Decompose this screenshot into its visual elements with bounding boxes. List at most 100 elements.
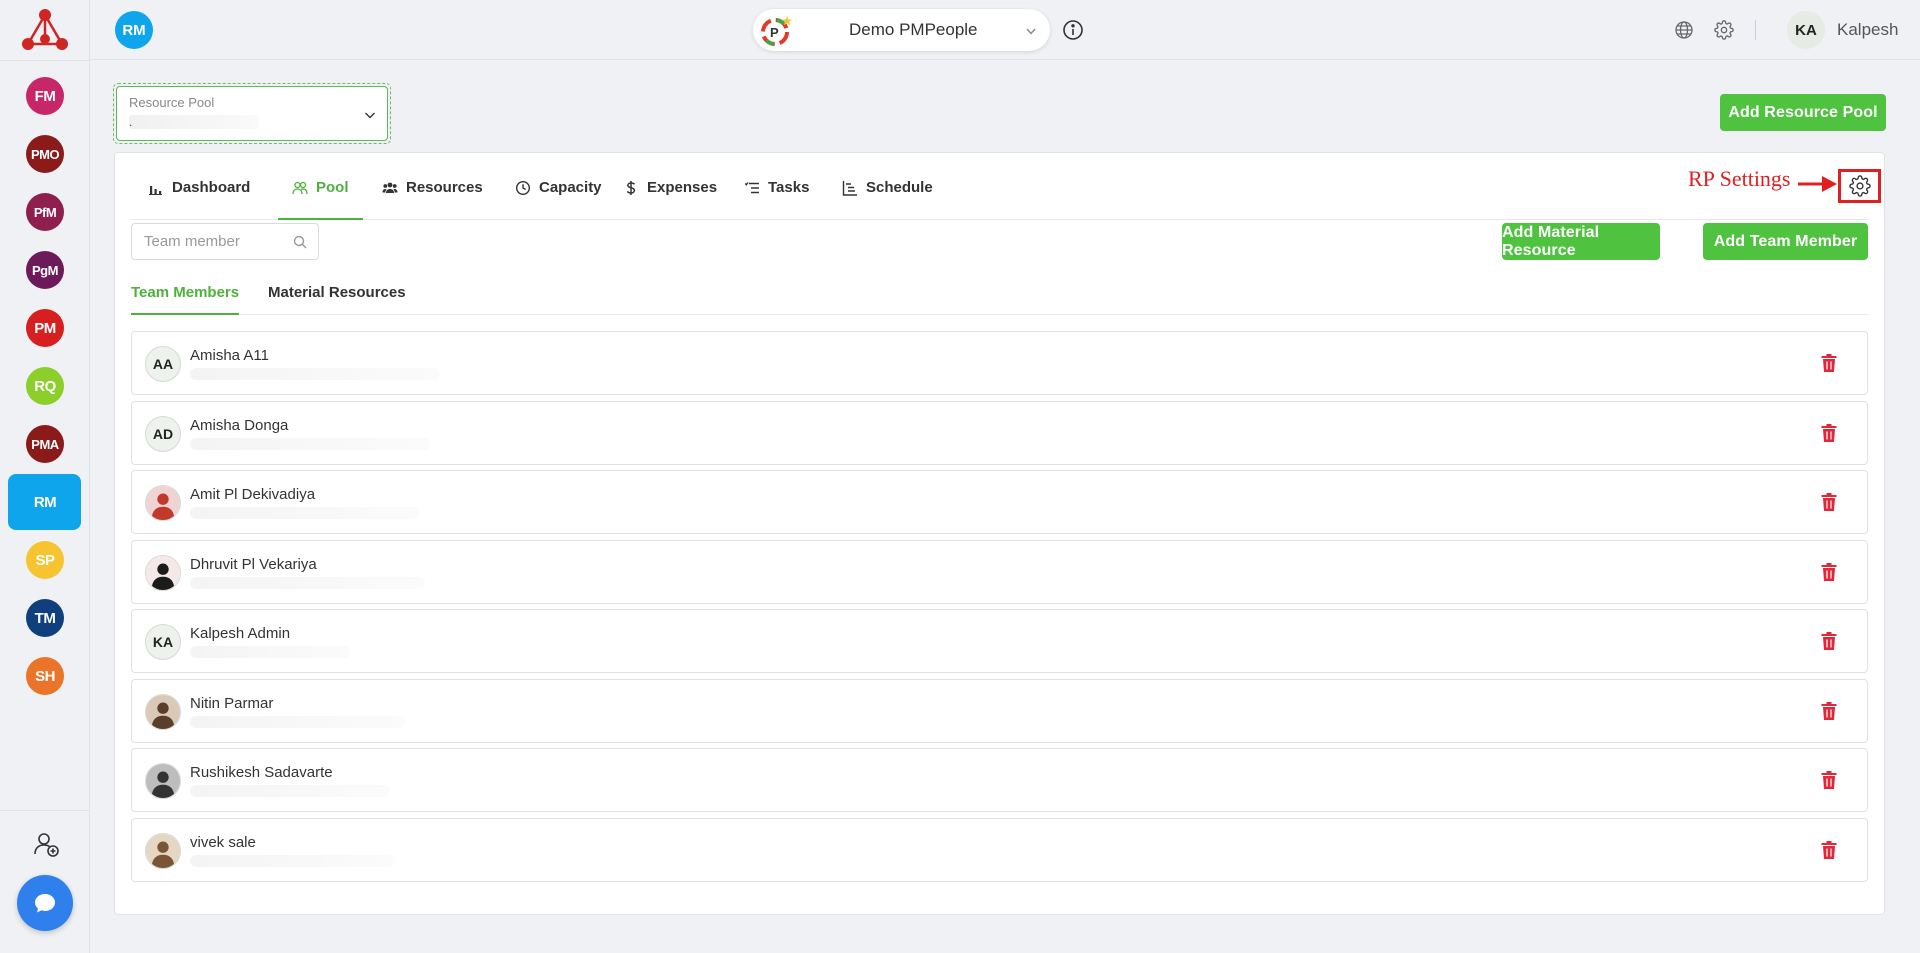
gantt-icon bbox=[842, 181, 857, 196]
tab-pool[interactable]: Pool bbox=[278, 179, 363, 220]
chevron-down-icon bbox=[1026, 28, 1036, 35]
avatar-photo bbox=[145, 763, 181, 799]
user-name[interactable]: Kalpesh bbox=[1837, 20, 1898, 40]
workspace-name: Demo PMPeople bbox=[849, 20, 978, 39]
table-row[interactable]: Dhruvit Pl Vekariya bbox=[131, 539, 1868, 604]
dollar-icon bbox=[626, 181, 636, 195]
resource-pool-field[interactable]: Resource Pool . bbox=[116, 86, 388, 141]
add-team-member-button[interactable]: Add Team Member bbox=[1703, 223, 1868, 260]
table-row[interactable]: vivek sale bbox=[131, 817, 1868, 882]
delete-icon[interactable] bbox=[1821, 354, 1837, 372]
info-icon[interactable] bbox=[1062, 19, 1084, 41]
delete-icon[interactable] bbox=[1821, 632, 1837, 650]
chat-icon bbox=[35, 894, 55, 913]
tab-label: Pool bbox=[316, 179, 349, 196]
resource-subtabs: Team Members Material Resources bbox=[131, 274, 1868, 315]
member-name: Rushikesh Sadavarte bbox=[190, 764, 333, 781]
globe-icon[interactable] bbox=[1674, 20, 1694, 40]
table-row[interactable]: AD Amisha Donga bbox=[131, 400, 1868, 465]
scrollbar[interactable] bbox=[1912, 60, 1920, 953]
member-subtitle bbox=[190, 646, 350, 658]
delete-icon[interactable] bbox=[1821, 493, 1837, 511]
tab-label: Resources bbox=[406, 179, 483, 196]
tab-label: Expenses bbox=[647, 179, 718, 196]
tab-expenses[interactable]: Expenses bbox=[623, 179, 717, 220]
rail-divider bbox=[0, 60, 90, 61]
tab-resources[interactable]: Resources bbox=[382, 179, 483, 220]
resource-pool-label: Resource Pool bbox=[129, 95, 215, 110]
top-bar: RM P Demo PMPeople KA Kalpesh bbox=[90, 0, 1920, 60]
app-rm-button[interactable]: RM bbox=[26, 483, 64, 521]
group-icon bbox=[382, 182, 398, 193]
app-sp-button[interactable]: SP bbox=[26, 541, 64, 579]
member-subtitle bbox=[190, 576, 425, 589]
avatar-photo bbox=[145, 693, 181, 730]
app-tm-button[interactable]: TM bbox=[26, 599, 64, 637]
app-pgm-button[interactable]: PgM bbox=[26, 251, 64, 289]
app-fm-button[interactable]: FM bbox=[26, 77, 64, 115]
resource-pool-value: . bbox=[129, 115, 259, 129]
avatar: AD bbox=[145, 415, 181, 452]
clock-icon bbox=[515, 180, 531, 196]
workspace-selector[interactable]: P Demo PMPeople bbox=[753, 9, 1050, 51]
member-subtitle bbox=[190, 437, 430, 450]
rail-divider bbox=[0, 810, 90, 811]
tab-dashboard[interactable]: Dashboard bbox=[148, 179, 250, 220]
tab-tasks[interactable]: Tasks bbox=[744, 179, 809, 220]
member-subtitle bbox=[190, 854, 395, 867]
table-row[interactable]: KA Kalpesh Admin bbox=[131, 609, 1868, 673]
subtab-material-resources[interactable]: Material Resources bbox=[268, 284, 406, 315]
svg-text:P: P bbox=[770, 25, 779, 40]
table-row[interactable]: Amit Pl Dekivadiya bbox=[131, 470, 1868, 534]
workspace-logo-icon: P bbox=[761, 16, 792, 46]
member-name: Nitin Parmar bbox=[190, 694, 274, 712]
bar-chart-icon bbox=[149, 186, 162, 195]
gear-icon bbox=[1848, 175, 1871, 197]
pmpeople-logo[interactable] bbox=[20, 6, 70, 54]
settings-gear-icon[interactable] bbox=[1714, 20, 1734, 40]
tab-capacity[interactable]: Capacity bbox=[515, 179, 602, 220]
delete-icon[interactable] bbox=[1821, 562, 1837, 581]
add-resource-pool-button[interactable]: Add Resource Pool bbox=[1720, 94, 1886, 131]
tab-label: Tasks bbox=[768, 179, 810, 196]
chevron-down-icon bbox=[365, 112, 375, 119]
app-pm-button[interactable]: PM bbox=[26, 309, 64, 347]
delete-icon[interactable] bbox=[1821, 840, 1837, 859]
table-row[interactable]: Rushikesh Sadavarte bbox=[131, 748, 1868, 812]
tab-schedule[interactable]: Schedule bbox=[842, 179, 933, 220]
member-name: Kalpesh Admin bbox=[190, 625, 291, 642]
chat-button[interactable] bbox=[17, 875, 73, 931]
member-name: Amisha Donga bbox=[190, 416, 289, 434]
delete-icon[interactable] bbox=[1821, 423, 1837, 442]
member-name: Dhruvit Pl Vekariya bbox=[190, 555, 317, 573]
app-pma-button[interactable]: PMA bbox=[26, 425, 64, 463]
member-subtitle bbox=[190, 507, 420, 519]
delete-icon[interactable] bbox=[1821, 771, 1837, 789]
member-subtitle bbox=[190, 368, 440, 380]
rp-settings-annotation: RP Settings bbox=[1688, 166, 1791, 191]
team-member-search[interactable] bbox=[131, 223, 319, 260]
app-pfm-button[interactable]: PfM bbox=[26, 193, 64, 231]
add-user-icon[interactable] bbox=[32, 830, 60, 858]
app-sh-button[interactable]: SH bbox=[26, 657, 64, 695]
add-material-resource-button[interactable]: Add Material Resource bbox=[1502, 223, 1660, 260]
member-name: Amit Pl Dekivadiya bbox=[190, 486, 316, 503]
tab-label: Schedule bbox=[866, 179, 933, 196]
users-icon bbox=[292, 181, 308, 195]
app-rq-button[interactable]: RQ bbox=[26, 367, 64, 405]
app-pmo-button[interactable]: PMO bbox=[26, 135, 64, 173]
search-input[interactable] bbox=[144, 233, 294, 250]
annotation-arrow-icon bbox=[1798, 176, 1837, 192]
member-name: vivek sale bbox=[190, 833, 256, 851]
list-icon bbox=[744, 182, 759, 194]
member-subtitle bbox=[190, 785, 390, 797]
subtab-team-members[interactable]: Team Members bbox=[131, 284, 240, 315]
table-row[interactable]: AA Amisha A11 bbox=[131, 331, 1868, 395]
user-avatar[interactable]: KA bbox=[1787, 11, 1825, 49]
table-row[interactable]: Nitin Parmar bbox=[131, 678, 1868, 743]
avatar-photo bbox=[145, 485, 181, 521]
rp-settings-button[interactable] bbox=[1838, 169, 1881, 203]
module-badge[interactable]: RM bbox=[115, 11, 153, 49]
resource-pool-select[interactable]: Resource Pool . bbox=[113, 83, 391, 144]
delete-icon[interactable] bbox=[1821, 701, 1837, 720]
